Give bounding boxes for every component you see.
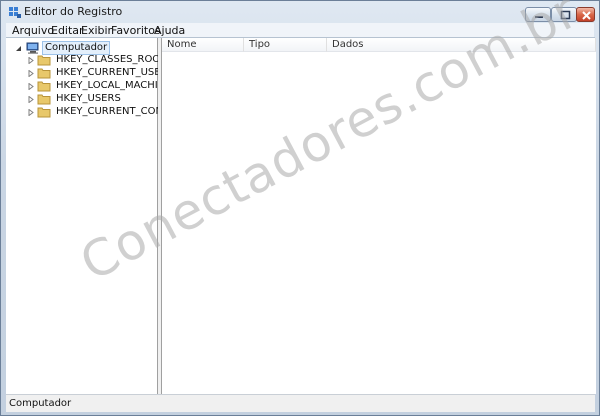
collapsed-arrow-icon (28, 70, 34, 77)
column-header-nome[interactable]: Nome (162, 38, 244, 52)
column-label-nome: Nome (167, 39, 197, 50)
status-path: Computador (9, 398, 72, 409)
expanded-arrow-icon (16, 46, 21, 51)
client-area: Computador HKEY_CLASSES_ROOT HKEY_CURREN… (6, 37, 596, 395)
folder-icon (37, 94, 51, 105)
folder-icon (37, 81, 51, 92)
minimize-button[interactable] (525, 7, 551, 22)
collapsed-arrow-icon (28, 96, 34, 103)
values-list-view[interactable]: Nome Tipo Dados (161, 38, 596, 394)
menu-exibir[interactable]: Exibir (81, 24, 112, 37)
window-title: Editor do Registro (24, 5, 123, 18)
tree-label-hkey-current-user: HKEY_CURRENT_USER (56, 67, 168, 78)
folder-icon (37, 68, 51, 79)
minimize-icon (535, 16, 543, 18)
title-bar[interactable]: Editor do Registro (1, 1, 599, 23)
column-label-tipo: Tipo (249, 39, 271, 50)
folder-icon (37, 55, 51, 66)
tree-label-hkey-local-machine: HKEY_LOCAL_MACHINE (56, 80, 172, 91)
collapsed-arrow-icon (28, 57, 34, 64)
maximize-button[interactable] (551, 7, 577, 22)
regedit-icon (9, 7, 21, 18)
close-button[interactable] (576, 7, 595, 22)
menu-ajuda[interactable]: Ajuda (154, 24, 185, 37)
menu-bar: Arquivo Editar Exibir Favoritos Ajuda (6, 23, 594, 37)
status-bar: Computador (6, 394, 595, 412)
column-header-tipo[interactable]: Tipo (244, 38, 327, 52)
tree-label-hkey-classes-root: HKEY_CLASSES_ROOT (56, 54, 167, 65)
tree-label-computador: Computador (42, 41, 111, 55)
tree-label-hkey-users: HKEY_USERS (56, 93, 121, 104)
close-icon (582, 11, 591, 20)
computer-icon (26, 42, 39, 54)
tree-view[interactable]: Computador HKEY_CLASSES_ROOT HKEY_CURREN… (6, 38, 179, 394)
collapsed-arrow-icon (28, 83, 34, 90)
menu-editar[interactable]: Editar (51, 24, 84, 37)
maximize-icon (560, 10, 571, 20)
column-label-dados: Dados (332, 39, 364, 50)
collapsed-arrow-icon (28, 109, 34, 116)
column-header-dados[interactable]: Dados (327, 38, 596, 52)
folder-icon (37, 107, 51, 118)
menu-arquivo[interactable]: Arquivo (12, 24, 54, 37)
registry-editor-window: Editor do Registro Arquivo Editar Exibir… (0, 0, 600, 416)
